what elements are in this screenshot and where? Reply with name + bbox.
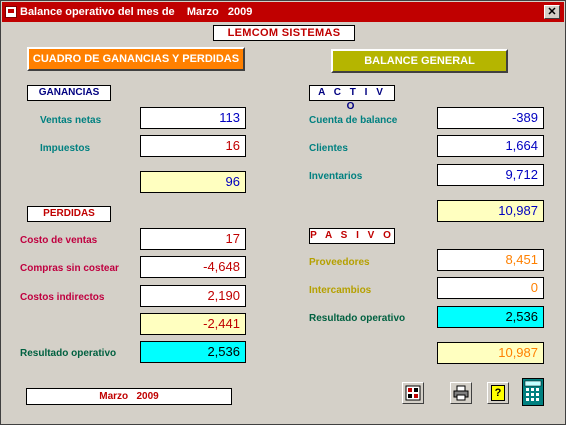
- ganancias-subtotal-field[interactable]: 96: [140, 171, 246, 193]
- activo-total-field[interactable]: 10,987: [437, 200, 544, 222]
- proveedores-label: Proveedores: [309, 257, 370, 268]
- ventas-netas-field[interactable]: 113: [140, 107, 246, 129]
- pasivo-heading: P A S I V O: [309, 228, 395, 244]
- balance-general-button[interactable]: BALANCE GENERAL: [331, 49, 508, 73]
- title-bar[interactable]: Balance operativo del mes de Marzo 2009 …: [2, 2, 564, 22]
- intercambios-label: Intercambios: [309, 285, 372, 296]
- perdidas-heading: PERDIDAS: [27, 206, 111, 222]
- ventas-netas-label: Ventas netas: [40, 115, 102, 126]
- inventarios-field[interactable]: 9,712: [437, 164, 544, 186]
- pasivo-resultado-field[interactable]: 2,536: [437, 306, 544, 328]
- proveedores-field[interactable]: 8,451: [437, 249, 544, 271]
- period-display: Marzo 2009: [26, 388, 232, 405]
- app-icon: [5, 6, 17, 18]
- clientes-label: Clientes: [309, 143, 348, 154]
- resultado-operativo-label: Resultado operativo: [20, 348, 117, 359]
- costos-indirectos-label: Costos indirectos: [20, 292, 105, 303]
- costo-ventas-label: Costo de ventas: [20, 235, 98, 246]
- costo-ventas-field[interactable]: 17: [140, 228, 246, 250]
- activo-heading: A C T I V O: [309, 85, 395, 112]
- export-button[interactable]: [402, 382, 424, 404]
- help-icon: ?: [491, 385, 505, 401]
- costos-indirectos-field[interactable]: 2,190: [140, 285, 246, 307]
- inventarios-label: Inventarios: [309, 171, 363, 182]
- pasivo-total-field[interactable]: 10,987: [437, 342, 544, 364]
- impuestos-label: Impuestos: [40, 143, 91, 154]
- cuenta-balance-field[interactable]: -389: [437, 107, 544, 129]
- cuenta-balance-label: Cuenta de balance: [309, 115, 398, 126]
- calculator-button[interactable]: [522, 378, 544, 406]
- intercambios-field[interactable]: 0: [437, 277, 544, 299]
- clientes-field[interactable]: 1,664: [437, 135, 544, 157]
- printer-icon: [453, 385, 469, 401]
- window-title: Balance operativo del mes de Marzo 2009: [20, 6, 253, 18]
- pasivo-resultado-label: Resultado operativo: [309, 313, 406, 324]
- calculator-icon: [524, 380, 542, 401]
- print-button[interactable]: [450, 382, 472, 404]
- export-icon: [405, 385, 421, 401]
- help-button[interactable]: ?: [487, 382, 509, 404]
- compras-sin-costear-field[interactable]: -4,648: [140, 256, 246, 278]
- impuestos-field[interactable]: 16: [140, 135, 246, 157]
- compras-sin-costear-label: Compras sin costear: [20, 263, 119, 274]
- close-button[interactable]: ✕: [544, 5, 560, 19]
- perdidas-subtotal-field[interactable]: -2,441: [140, 313, 246, 335]
- company-name: LEMCOM SISTEMAS: [213, 25, 355, 41]
- ganancias-heading: GANANCIAS: [27, 85, 111, 101]
- main-window: Balance operativo del mes de Marzo 2009 …: [0, 0, 566, 425]
- resultado-operativo-field[interactable]: 2,536: [140, 341, 246, 363]
- ganancias-perdidas-button[interactable]: CUADRO DE GANANCIAS Y PERDIDAS: [27, 47, 245, 71]
